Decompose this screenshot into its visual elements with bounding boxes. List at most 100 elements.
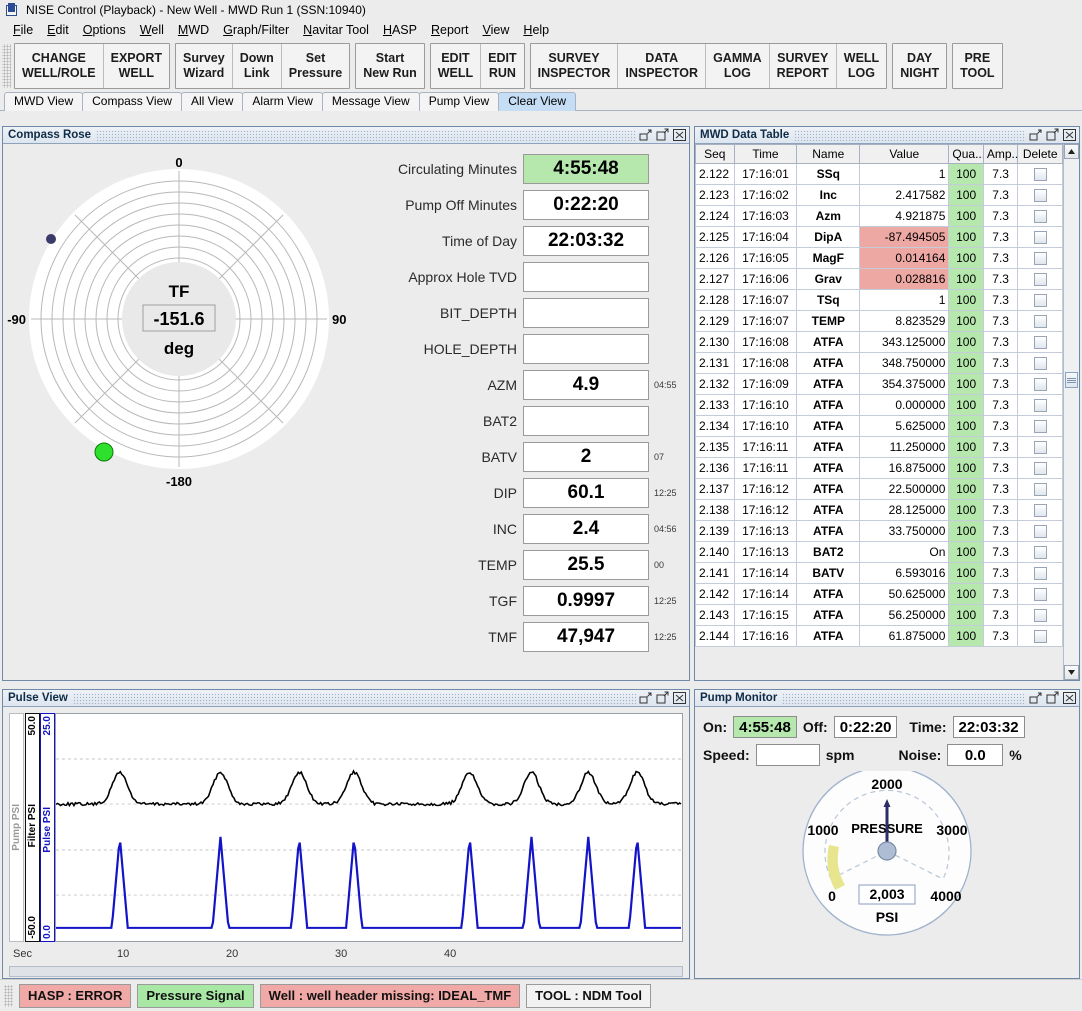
field-value-batv[interactable]: 2 [523, 441, 649, 472]
field-value-circulating-minutes[interactable]: 4:55:48 [523, 153, 649, 184]
menu-item-well[interactable]: Well [133, 22, 171, 38]
delete-checkbox[interactable] [1033, 315, 1047, 329]
toolbar-button-gamma-log[interactable]: GAMMA LOG [706, 44, 770, 88]
toolbar-button-data-inspector[interactable]: DATA INSPECTOR [618, 44, 707, 88]
column-header-qua[interactable]: Qua... [948, 144, 984, 164]
cell-delete[interactable] [1017, 163, 1063, 185]
cell-delete[interactable] [1017, 268, 1063, 290]
delete-checkbox[interactable] [1033, 357, 1047, 371]
toolbar-button-edit-well[interactable]: EDIT WELL [430, 44, 482, 88]
table-row[interactable]: 2.127 17:16:06 Grav 0.028816 100 7.3 [695, 268, 1063, 290]
menu-item-help[interactable]: Help [516, 22, 556, 38]
tab-compass-view[interactable]: Compass View [82, 92, 182, 111]
table-row[interactable]: 2.124 17:16:03 Azm 4.921875 100 7.3 [695, 205, 1063, 227]
title-drag-texture[interactable] [782, 692, 1026, 704]
compass-rose-graphic[interactable]: TF -151.6 deg 0 -90 90 -180 [3, 144, 355, 680]
toolbar-button-day-night[interactable]: DAY NIGHT [893, 44, 947, 88]
close-icon[interactable] [672, 128, 687, 142]
title-drag-texture[interactable] [96, 129, 636, 141]
column-header-amp[interactable]: Amp... [982, 144, 1019, 164]
delete-checkbox[interactable] [1033, 462, 1047, 476]
toolbar-button-survey-inspector[interactable]: SURVEY INSPECTOR [530, 44, 619, 88]
pump-speed-input[interactable] [755, 744, 820, 766]
cell-delete[interactable] [1017, 226, 1063, 248]
pressure-gauge[interactable]: 2000 1000 3000 0 4000 PRESSURE 2,003 PSI [695, 766, 1079, 941]
field-value-azm[interactable]: 4.9 [523, 369, 649, 400]
tab-alarm-view[interactable]: Alarm View [242, 92, 323, 111]
cell-delete[interactable] [1017, 520, 1063, 542]
tab-message-view[interactable]: Message View [321, 92, 420, 111]
status-item-3[interactable]: TOOL : NDM Tool [526, 983, 652, 1008]
cell-delete[interactable] [1017, 625, 1063, 647]
tab-clear-view[interactable]: Clear View [498, 92, 576, 111]
status-drag-handle[interactable] [4, 984, 13, 1007]
maximize-icon[interactable] [1045, 691, 1060, 705]
table-row[interactable]: 2.134 17:16:10 ATFA 5.625000 100 7.3 [695, 415, 1063, 437]
delete-checkbox[interactable] [1033, 210, 1047, 224]
status-item-2[interactable]: Well : well header missing: IDEAL_TMF [259, 983, 521, 1008]
cell-delete[interactable] [1017, 415, 1063, 437]
cell-delete[interactable] [1017, 541, 1063, 563]
minimize-icon[interactable] [1028, 128, 1043, 142]
delete-checkbox[interactable] [1033, 168, 1047, 182]
cell-delete[interactable] [1017, 499, 1063, 521]
tab-pump-view[interactable]: Pump View [418, 92, 500, 111]
table-header-row[interactable]: SeqTimeNameValueQua...Amp...Delete [695, 144, 1063, 164]
cell-delete[interactable] [1017, 205, 1063, 227]
maximize-icon[interactable] [1045, 128, 1060, 142]
title-drag-texture[interactable] [794, 129, 1026, 141]
menu-item-graph-filter[interactable]: Graph/Filter [216, 22, 296, 38]
table-row[interactable]: 2.123 17:16:02 Inc 2.417582 100 7.3 [695, 184, 1063, 206]
menu-item-mwd[interactable]: MWD [171, 22, 216, 38]
scroll-up-arrow-icon[interactable] [1064, 144, 1079, 159]
cell-delete[interactable] [1017, 583, 1063, 605]
delete-checkbox[interactable] [1033, 483, 1047, 497]
field-value-bit-depth[interactable] [523, 297, 649, 328]
table-row[interactable]: 2.136 17:16:11 ATFA 16.875000 100 7.3 [695, 457, 1063, 479]
table-row[interactable]: 2.131 17:16:08 ATFA 348.750000 100 7.3 [695, 352, 1063, 374]
title-drag-texture[interactable] [72, 692, 636, 704]
pulse-horizontal-scrollbar[interactable] [9, 966, 683, 977]
delete-checkbox[interactable] [1033, 525, 1047, 539]
column-header-name[interactable]: Name [796, 144, 861, 164]
table-row[interactable]: 2.132 17:16:09 ATFA 354.375000 100 7.3 [695, 373, 1063, 395]
field-value-hole-depth[interactable] [523, 333, 649, 364]
scrollbar-thumb[interactable] [1065, 372, 1078, 388]
menu-item-edit[interactable]: Edit [40, 22, 76, 38]
delete-checkbox[interactable] [1033, 546, 1047, 560]
table-row[interactable]: 2.133 17:16:10 ATFA 0.000000 100 7.3 [695, 394, 1063, 416]
cell-delete[interactable] [1017, 289, 1063, 311]
table-row[interactable]: 2.126 17:16:05 MagF 0.014164 100 7.3 [695, 247, 1063, 269]
cell-delete[interactable] [1017, 478, 1063, 500]
column-header-value[interactable]: Value [859, 144, 950, 164]
toolbar-button-well-log[interactable]: WELL LOG [836, 44, 887, 88]
cell-delete[interactable] [1017, 457, 1063, 479]
delete-checkbox[interactable] [1033, 609, 1047, 623]
minimize-icon[interactable] [638, 691, 653, 705]
maximize-icon[interactable] [655, 128, 670, 142]
delete-checkbox[interactable] [1033, 273, 1047, 287]
toolbar-button-edit-run[interactable]: EDIT RUN [481, 44, 524, 88]
mwd-table-vertical-scrollbar[interactable] [1063, 144, 1079, 680]
table-row[interactable]: 2.139 17:16:13 ATFA 33.750000 100 7.3 [695, 520, 1063, 542]
table-row[interactable]: 2.138 17:16:12 ATFA 28.125000 100 7.3 [695, 499, 1063, 521]
table-row[interactable]: 2.143 17:16:15 ATFA 56.250000 100 7.3 [695, 604, 1063, 626]
tab-all-view[interactable]: All View [180, 92, 244, 111]
delete-checkbox[interactable] [1033, 189, 1047, 203]
status-item-0[interactable]: HASP : ERROR [19, 983, 132, 1008]
field-value-temp[interactable]: 25.5 [523, 549, 649, 580]
delete-checkbox[interactable] [1033, 630, 1047, 644]
delete-checkbox[interactable] [1033, 588, 1047, 602]
delete-checkbox[interactable] [1033, 441, 1047, 455]
cell-delete[interactable] [1017, 352, 1063, 374]
cell-delete[interactable] [1017, 373, 1063, 395]
table-row[interactable]: 2.137 17:16:12 ATFA 22.500000 100 7.3 [695, 478, 1063, 500]
tab-mwd-view[interactable]: MWD View [4, 92, 84, 111]
menu-item-view[interactable]: View [476, 22, 517, 38]
table-row[interactable]: 2.144 17:16:16 ATFA 61.875000 100 7.3 [695, 625, 1063, 647]
toolbar-button-change-well-role[interactable]: CHANGE WELL/ROLE [15, 44, 104, 88]
delete-checkbox[interactable] [1033, 567, 1047, 581]
field-value-tmf[interactable]: 47,947 [523, 621, 649, 652]
scroll-down-arrow-icon[interactable] [1064, 665, 1079, 680]
delete-checkbox[interactable] [1033, 252, 1047, 266]
